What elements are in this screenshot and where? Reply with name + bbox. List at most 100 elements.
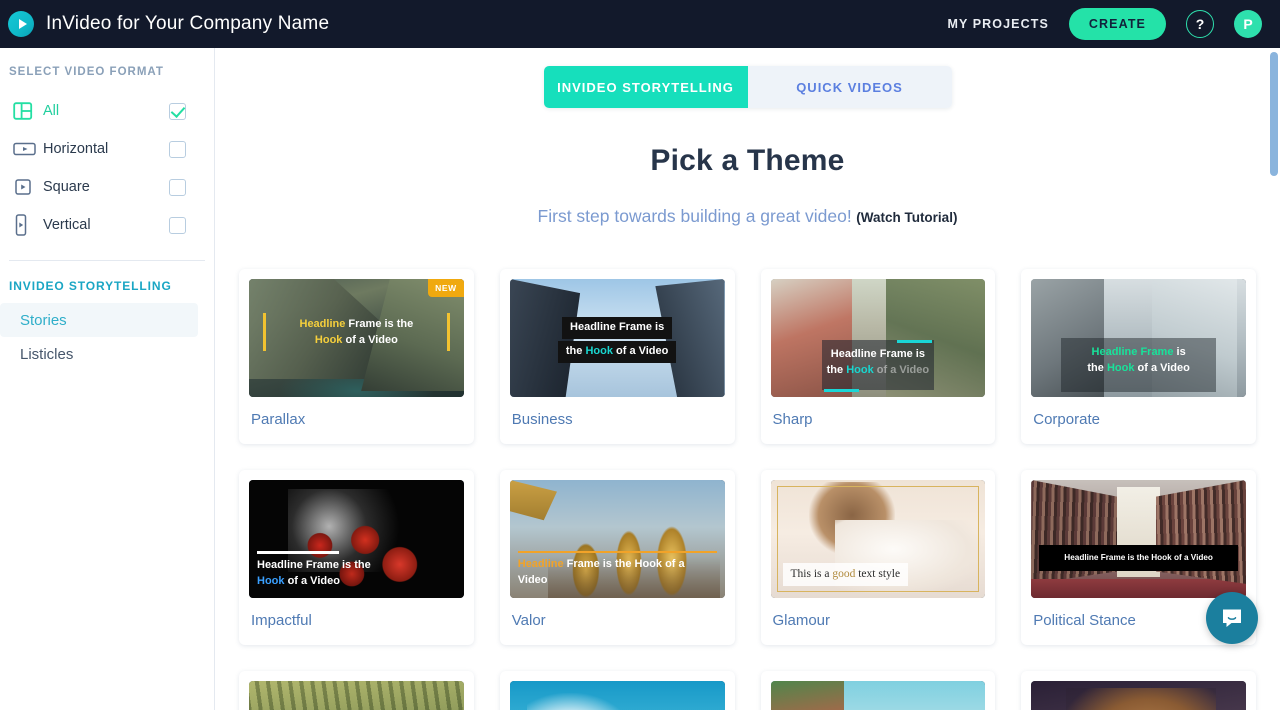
my-projects-link[interactable]: MY PROJECTS bbox=[947, 17, 1048, 31]
theme-thumbnail: Headline Frame is the Hook of a Video bbox=[770, 279, 986, 397]
format-checkbox-vertical[interactable] bbox=[169, 216, 186, 234]
overlay-line-2: the Hook of a Video bbox=[826, 364, 930, 377]
tab-invideo-storytelling[interactable]: INVIDEO STORYTELLING bbox=[543, 66, 748, 108]
overlay-line-1: This is a good text style bbox=[790, 568, 901, 581]
overlay-line-2: the Hook of a Video bbox=[557, 340, 677, 363]
theme-card-row3-4[interactable] bbox=[1021, 671, 1256, 710]
invideo-storytelling-heading: INVIDEO STORYTELLING bbox=[9, 279, 172, 293]
overlay-line-2: Hook of a Video bbox=[257, 574, 340, 587]
subtitle-row: First step towards building a great vide… bbox=[215, 206, 1280, 227]
theme-thumbnail: Headline Frame is the Hook of a Video bbox=[1031, 480, 1246, 598]
overlay-text-block: Headline Frame is the Hook of a Video bbox=[257, 558, 371, 590]
theme-thumbnail bbox=[1031, 681, 1246, 710]
theme-card-corporate[interactable]: Headline Frame is the Hook of a Video Co… bbox=[1021, 269, 1256, 444]
thumbnail-image-sky bbox=[509, 681, 725, 710]
accent-bar-top bbox=[897, 340, 932, 344]
avatar[interactable]: P bbox=[1234, 10, 1262, 38]
page-title: Pick a Theme bbox=[650, 144, 845, 177]
overlay-line-1: Headline Frame is the bbox=[257, 558, 371, 571]
format-option-horizontal[interactable]: Horizontal bbox=[0, 130, 214, 168]
square-video-icon bbox=[13, 177, 43, 197]
top-header-bar: InVideo for Your Company Name MY PROJECT… bbox=[0, 0, 1280, 48]
tab-quick-videos[interactable]: QUICK VIDEOS bbox=[747, 66, 952, 108]
theme-name-sharp: Sharp bbox=[772, 411, 813, 428]
create-button[interactable]: CREATE bbox=[1068, 8, 1166, 40]
thumbnail-image-political bbox=[1031, 480, 1246, 598]
chat-bubble-glyph bbox=[1223, 609, 1241, 627]
overlay-line-1: Headline Frame is the Hook of a bbox=[517, 557, 685, 570]
format-label-all: All bbox=[43, 103, 60, 119]
sidebar-item-listicles-label: Listicles bbox=[20, 345, 74, 363]
main-content: INVIDEO STORYTELLING QUICK VIDEOS Pick a… bbox=[215, 48, 1280, 710]
format-label-square: Square bbox=[43, 179, 90, 195]
vertical-video-icon bbox=[13, 213, 43, 237]
theme-card-valor[interactable]: Headline Frame is the Hook of a Video Va… bbox=[499, 470, 735, 645]
format-checkbox-square[interactable] bbox=[169, 178, 186, 196]
brand-area[interactable]: InVideo for Your Company Name bbox=[0, 11, 329, 37]
overlay-line-1: Headline Frame is the Hook of a Video bbox=[1064, 552, 1213, 562]
format-option-vertical[interactable]: Vertical bbox=[0, 206, 214, 244]
overlay-line-1: Headline Frame is bbox=[562, 317, 673, 339]
theme-name-corporate: Corporate bbox=[1033, 411, 1100, 428]
theme-name-parallax: Parallax bbox=[251, 411, 306, 428]
theme-card-glamour[interactable]: This is a good text style Glamour bbox=[760, 470, 996, 645]
theme-thumbnail: Headline Frame is the Hook of a Video bbox=[249, 480, 464, 598]
red-floor bbox=[1031, 579, 1246, 598]
theme-name-glamour: Glamour bbox=[772, 612, 831, 629]
new-badge: NEW bbox=[428, 279, 464, 297]
sidebar: SELECT VIDEO FORMAT All Horizontal Squar… bbox=[0, 48, 215, 710]
header-actions: MY PROJECTS CREATE ? P bbox=[947, 8, 1280, 40]
theme-thumbnail: This is a good text style bbox=[770, 480, 986, 598]
overlay-text-block: Headline Frame is the Hook of a Video bbox=[1039, 544, 1238, 571]
format-label-vertical: Vertical bbox=[43, 217, 91, 233]
overlay-line-1: Headline Frame is the bbox=[299, 318, 414, 330]
theme-card-row3-3[interactable] bbox=[760, 671, 996, 710]
theme-card-row3-2[interactable] bbox=[499, 671, 735, 710]
theme-thumbnail: Headline Frame is the Hook of a Video bbox=[509, 480, 725, 598]
theme-card-parallax[interactable]: Headline Frame is the Hook of a Video NE… bbox=[239, 269, 474, 444]
sidebar-item-stories[interactable]: Stories bbox=[0, 303, 198, 337]
accent-bar-bottom bbox=[824, 388, 859, 392]
overlay-line-2: the Hook of a Video bbox=[1087, 362, 1190, 375]
sidebar-item-stories-label: Stories bbox=[20, 311, 67, 329]
thumbnail-image-portrait bbox=[1031, 681, 1246, 710]
theme-thumbnail bbox=[249, 681, 464, 710]
theme-card-sharp[interactable]: Headline Frame is the Hook of a Video Sh… bbox=[760, 269, 996, 444]
format-label-horizontal: Horizontal bbox=[43, 141, 109, 157]
subtitle-text: First step towards building a great vide… bbox=[537, 206, 852, 226]
select-video-format-heading: SELECT VIDEO FORMAT bbox=[9, 66, 164, 78]
theme-thumbnail: Headline Frame is the Hook of a Video bbox=[1031, 279, 1246, 397]
overlay-text-block: This is a good text style bbox=[782, 563, 909, 586]
content-type-tabs: INVIDEO STORYTELLING QUICK VIDEOS bbox=[543, 66, 952, 108]
overlay-text-block: Headline Frame is the Hook of a Video bbox=[518, 557, 717, 589]
theme-thumbnail bbox=[770, 681, 986, 710]
play-circle-icon bbox=[8, 11, 34, 37]
thumbnail-image-autumn bbox=[249, 681, 464, 710]
sidebar-item-listicles[interactable]: Listicles bbox=[0, 337, 198, 371]
theme-card-row3-1[interactable] bbox=[239, 671, 474, 710]
overlay-line-2: Video bbox=[517, 573, 548, 586]
overlay-line-1: Headline Frame is bbox=[830, 348, 925, 361]
theme-name-impactful: Impactful bbox=[251, 612, 312, 629]
theme-thumbnail bbox=[509, 681, 725, 710]
page-scrollbar-thumb[interactable] bbox=[1270, 52, 1278, 176]
theme-card-business[interactable]: Headline Frame is the Hook of a Video Bu… bbox=[499, 269, 735, 444]
format-checkbox-horizontal[interactable] bbox=[169, 140, 186, 158]
format-option-all[interactable]: All bbox=[0, 92, 214, 130]
theme-thumbnail: Headline Frame is the Hook of a Video NE… bbox=[249, 279, 464, 397]
horizontal-video-icon bbox=[13, 140, 43, 158]
question-mark-icon[interactable]: ? bbox=[1186, 10, 1214, 38]
brand-title: InVideo for Your Company Name bbox=[46, 13, 330, 34]
page-scrollbar-track[interactable] bbox=[1268, 48, 1280, 710]
format-checkbox-all[interactable] bbox=[169, 102, 186, 120]
thumbnail-image-coast bbox=[770, 681, 986, 710]
theme-grid: Headline Frame is the Hook of a Video NE… bbox=[215, 269, 1280, 710]
format-option-square[interactable]: Square bbox=[0, 168, 214, 206]
watch-tutorial-link[interactable]: (Watch Tutorial) bbox=[856, 210, 957, 225]
theme-thumbnail: Headline Frame is the Hook of a Video bbox=[509, 279, 725, 397]
theme-card-impactful[interactable]: Headline Frame is the Hook of a Video Im… bbox=[239, 470, 474, 645]
theme-name-business: Business bbox=[511, 411, 573, 428]
theme-name-valor: Valor bbox=[511, 612, 546, 629]
accent-bar bbox=[257, 550, 339, 554]
chat-bubble-icon[interactable] bbox=[1206, 592, 1258, 644]
